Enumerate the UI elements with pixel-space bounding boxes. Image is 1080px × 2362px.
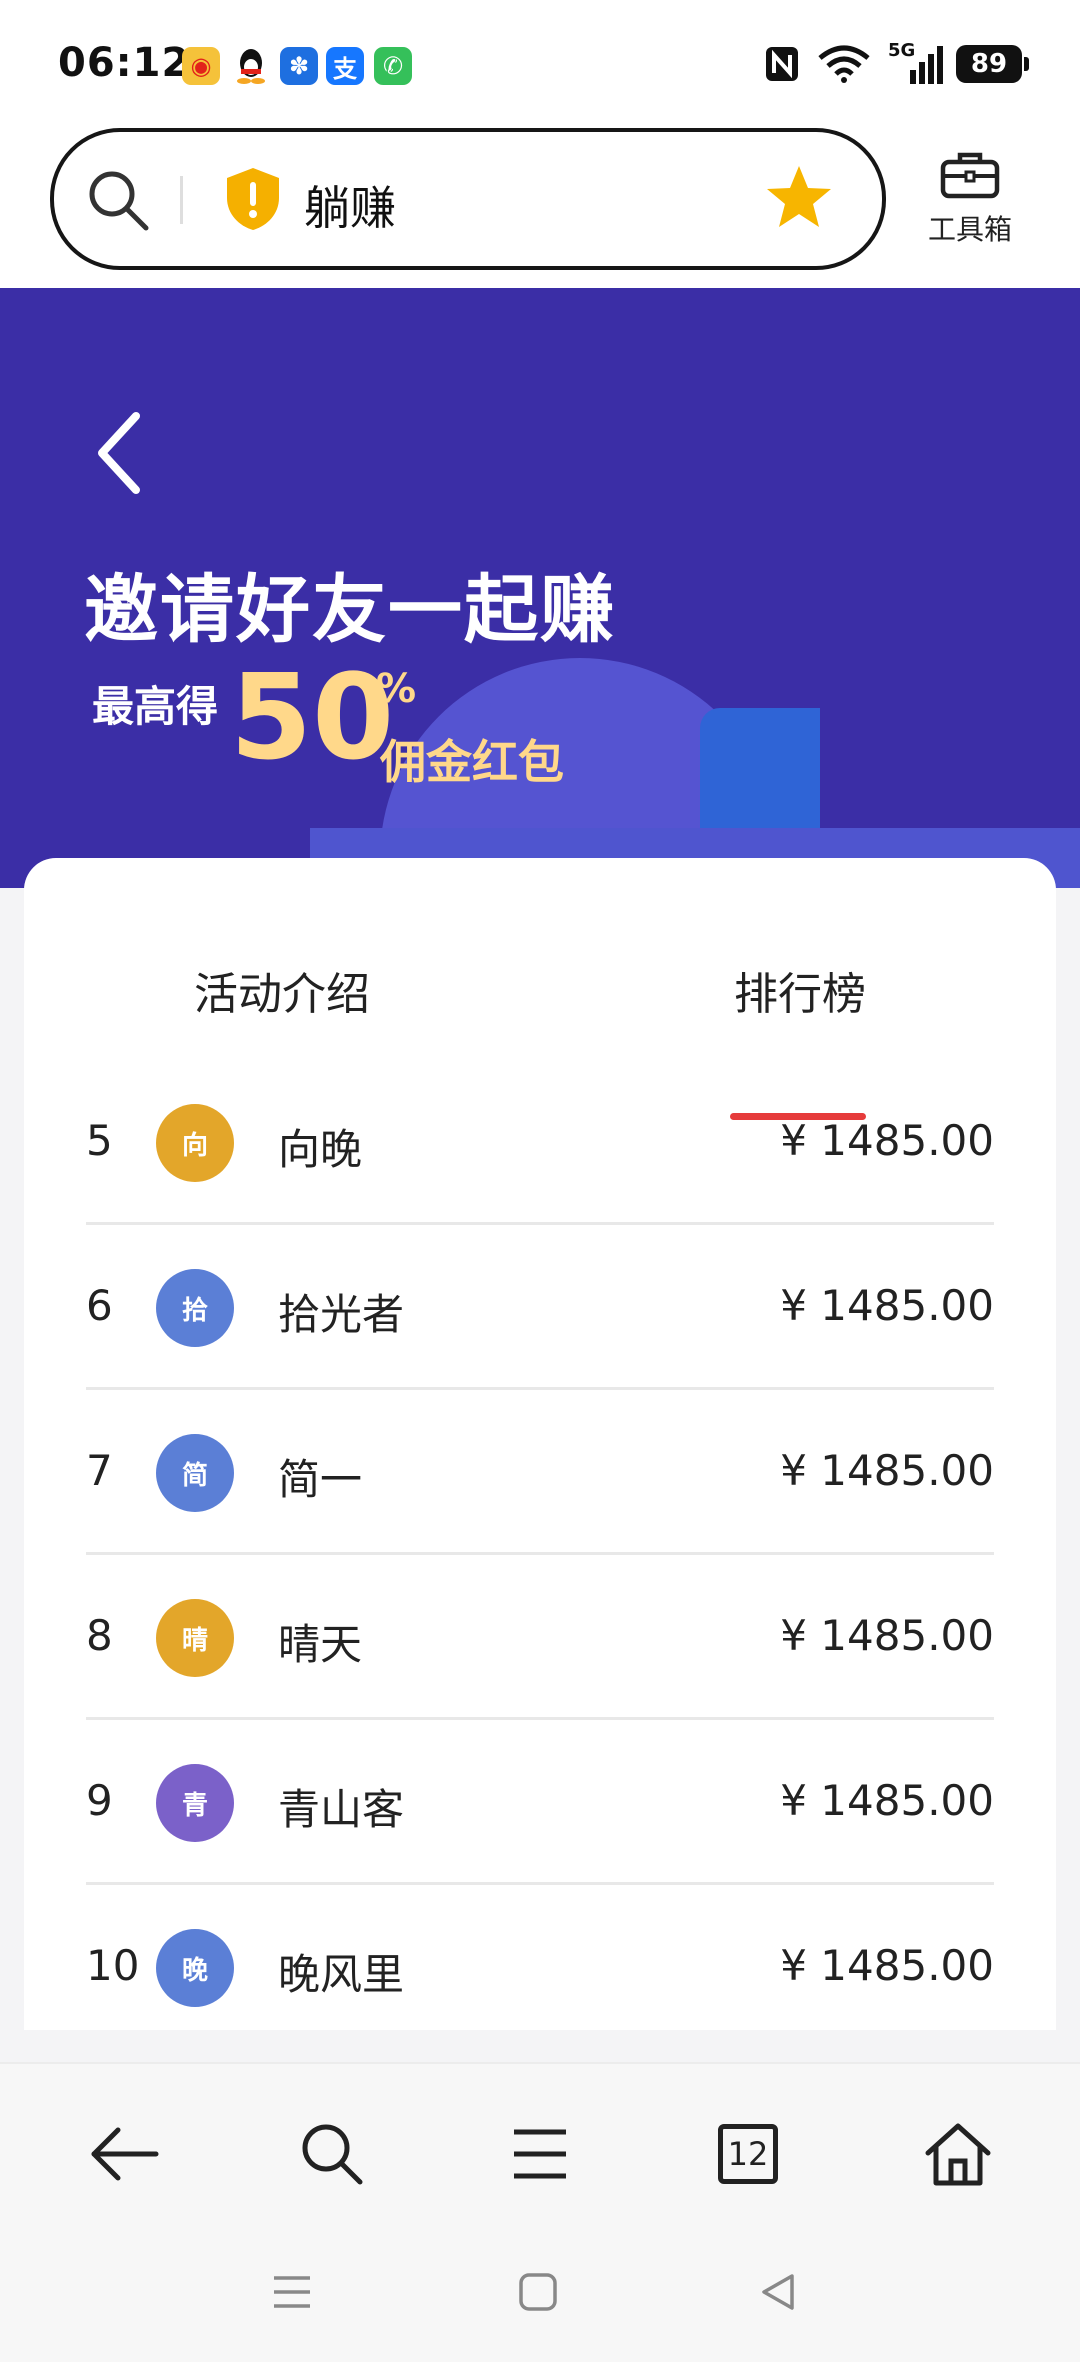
leaderboard-row[interactable]: 5 向 向晚 ¥ 1485.00 (86, 1060, 994, 1225)
search-nav-icon[interactable] (292, 2114, 372, 2194)
user-name: 晴天 (278, 1620, 363, 1669)
home-system-icon[interactable] (518, 2272, 558, 2316)
system-icons: 5G 89 (764, 40, 1029, 84)
leaderboard-row[interactable]: 10 晚 晚风里 ¥ 1485.00 (86, 1885, 994, 2030)
back-system-icon[interactable] (758, 2272, 798, 2316)
alipay-icon: 支 (326, 47, 364, 85)
banner-percent-number: 50 (230, 648, 395, 786)
reward-amount: ¥ 1485.00 (780, 1281, 994, 1330)
toolbox-button[interactable]: 工具箱 (920, 148, 1020, 248)
leaderboard-row[interactable]: 9 青 青山客 ¥ 1485.00 (86, 1720, 994, 1885)
banner-suffix: 佣金红包 (380, 735, 564, 789)
wifi-icon (818, 45, 870, 83)
avatar: 拾 (156, 1269, 234, 1347)
back-nav-icon[interactable] (84, 2114, 164, 2194)
network-type: 5G (888, 40, 916, 61)
home-icon[interactable] (918, 2114, 998, 2194)
recent-apps-icon[interactable] (270, 2272, 314, 2316)
leaderboard-row[interactable]: 7 简 简一 ¥ 1485.00 (86, 1390, 994, 1555)
banner-prefix: 最高得 (92, 682, 219, 731)
address-text[interactable]: 躺赚 (304, 172, 396, 238)
user-name: 晚风里 (278, 1950, 405, 1999)
tabs-count-icon: 12 (718, 2124, 778, 2184)
page: 06:12 ◉ ✽ 支 ✆ 5G 89 躺赚 工具箱 邀请好友一起赚 最高得 5… (0, 0, 1080, 2362)
reward-amount: ¥ 1485.00 (780, 1776, 994, 1825)
qq-icon (232, 47, 270, 85)
user-name: 简一 (278, 1455, 363, 1504)
status-time: 06:12 (58, 40, 191, 86)
shield-warning-icon[interactable] (224, 166, 282, 236)
row-rank: 5 (86, 1116, 113, 1165)
address-bar[interactable]: 躺赚 (50, 128, 886, 270)
reward-amount: ¥ 1485.00 (780, 1116, 994, 1165)
user-name: 拾光者 (278, 1290, 405, 1339)
toolbox-label: 工具箱 (927, 213, 1012, 246)
avatar: 向 (156, 1104, 234, 1182)
nfc-icon (766, 47, 798, 81)
status-bar: 06:12 ◉ ✽ 支 ✆ 5G 89 (0, 0, 1080, 120)
cell-signal-icon: 5G (888, 40, 943, 84)
leaderboard-row[interactable]: 8 晴 晴天 ¥ 1485.00 (86, 1555, 994, 1720)
weibo-icon: ◉ (182, 47, 220, 85)
row-rank: 10 (86, 1941, 140, 1990)
user-name: 青山客 (278, 1785, 405, 1834)
battery-indicator: 89 (956, 45, 1029, 83)
menu-icon[interactable] (500, 2114, 580, 2194)
row-rank: 8 (86, 1611, 113, 1660)
avatar: 晴 (156, 1599, 234, 1677)
reward-amount: ¥ 1485.00 (780, 1446, 994, 1495)
fan-app-icon: ✽ (280, 47, 318, 85)
row-rank: 6 (86, 1281, 113, 1330)
browser-bottom-nav: 12 (0, 2062, 1080, 2232)
leaderboard-row[interactable]: 6 拾 拾光者 ¥ 1485.00 (86, 1225, 994, 1390)
bookmark-star-icon[interactable] (764, 162, 834, 236)
avatar: 简 (156, 1434, 234, 1512)
system-nav-bar (0, 2232, 1080, 2362)
avatar: 青 (156, 1764, 234, 1842)
reward-amount: ¥ 1485.00 (780, 1941, 994, 1990)
tab-ranking[interactable]: 排行榜 (734, 958, 866, 1022)
invite-banner: 邀请好友一起赚 最高得 50 % 佣金红包 (0, 288, 1080, 888)
toolbox-icon (940, 152, 1000, 199)
tabs-count: 12 (727, 2135, 769, 2173)
browser-toolbar: 躺赚 工具箱 (0, 120, 1080, 288)
row-rank: 9 (86, 1776, 113, 1825)
address-divider (180, 176, 183, 224)
banner-title: 邀请好友一起赚 (84, 567, 616, 653)
content-card: 活动介绍 排行榜 5 向 向晚 ¥ 1485.00 6 拾 拾光者 ¥ 1485… (24, 858, 1056, 2030)
tab-activity-intro[interactable]: 活动介绍 (194, 958, 370, 1022)
search-icon[interactable] (86, 168, 152, 238)
back-arrow-icon[interactable] (88, 408, 148, 502)
user-name: 向晚 (278, 1125, 363, 1174)
banner-percent-sign: % (376, 666, 417, 712)
reward-amount: ¥ 1485.00 (780, 1611, 994, 1660)
phone-icon: ✆ (374, 47, 412, 85)
tabs-button[interactable]: 12 (708, 2114, 788, 2194)
avatar: 晚 (156, 1929, 234, 2007)
row-rank: 7 (86, 1446, 113, 1495)
